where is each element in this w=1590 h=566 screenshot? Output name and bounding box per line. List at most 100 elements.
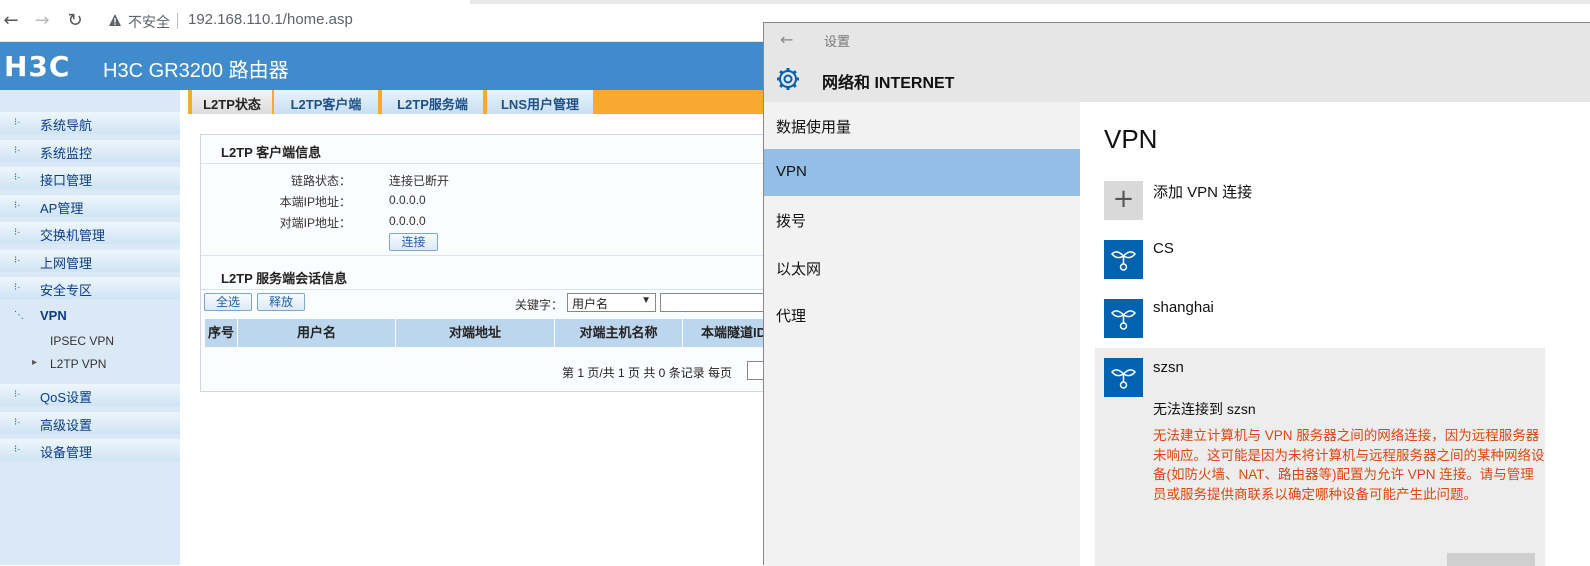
sidebar-sub-ipsec[interactable]: IPSEC VPN xyxy=(50,334,114,348)
back-icon[interactable]: ← xyxy=(0,10,22,32)
sidebar-item-switch[interactable]: ⁝· 交换机管理 xyxy=(0,222,180,244)
connect-button[interactable]: 连接 xyxy=(389,233,438,251)
plus-icon: + xyxy=(1104,181,1143,220)
sidebar-item-label: 设备管理 xyxy=(40,445,93,460)
l2tp-panel: L2TP 客户端信息 链路状态： 连接已断开 本端IP地址： 0.0.0.0 对… xyxy=(200,134,771,392)
address-separator xyxy=(177,13,178,29)
vpn-name: shanghai xyxy=(1153,299,1214,316)
sidebar-item-label: 安全专区 xyxy=(40,283,93,298)
tab-l2tp-status[interactable]: L2TP状态 xyxy=(192,90,274,114)
nav-proxy[interactable]: 代理 xyxy=(764,291,1080,338)
sidebar-sub-l2tp[interactable]: L2TP VPN xyxy=(32,357,107,371)
expand-icon: ⁝· xyxy=(14,444,21,455)
link-state-value: 连接已断开 xyxy=(389,174,450,188)
sidebar-item-label: 高级设置 xyxy=(40,418,93,433)
session-table-header: 序号 用户名 对端地址 对端主机名称 本端隧道ID xyxy=(205,319,771,347)
error-title: 无法连接到 szsn xyxy=(1153,401,1256,417)
col-local-tunnel-id[interactable]: 本端隧道ID xyxy=(683,319,771,347)
pager-text: 第 1 页/共 1 页 共 0 条记录 每页 xyxy=(562,366,733,380)
release-button[interactable]: 释放 xyxy=(257,293,305,311)
vpn-connection-szsn[interactable]: szsn 无法连接到 szsn 无法建立计算机与 VPN 服务器之间的网络连接，… xyxy=(1095,348,1545,566)
expand-icon: ⁝· xyxy=(14,200,21,211)
nav-data-usage[interactable]: 数据使用量 xyxy=(764,102,1080,149)
sidebar-item-ap[interactable]: ⁝· AP管理 xyxy=(0,195,180,217)
sidebar-item-vpn[interactable]: ⋱ VPN xyxy=(0,305,180,327)
collapse-icon: ⋱ xyxy=(14,310,24,321)
chevron-down-icon: ▼ xyxy=(641,295,651,306)
connect-button-partial[interactable] xyxy=(1447,553,1535,566)
local-ip-label: 本端IP地址： xyxy=(279,195,351,209)
tab-l2tp-server[interactable]: L2TP服务端 xyxy=(382,90,485,114)
router-content: L2TP 客户端信息 链路状态： 连接已断开 本端IP地址： 0.0.0.0 对… xyxy=(188,114,771,565)
local-ip-value: 0.0.0.0 xyxy=(389,193,426,207)
client-info-title: L2TP 客户端信息 xyxy=(221,145,322,160)
h3c-logo: H3C xyxy=(4,50,71,83)
tab-strip xyxy=(470,0,1590,4)
sidebar-item-label: 交换机管理 xyxy=(40,228,106,243)
server-info-title: L2TP 服务端会话信息 xyxy=(221,271,348,286)
expand-icon: ⁝· xyxy=(14,117,21,128)
divider xyxy=(201,163,771,164)
peer-ip-label: 对端IP地址： xyxy=(279,216,351,230)
sidebar-item-device[interactable]: ⁝· 设备管理 xyxy=(0,439,180,461)
sidebar-item-advanced[interactable]: ⁝· 高级设置 xyxy=(0,412,180,434)
keyword-input[interactable] xyxy=(660,293,771,312)
insecure-label[interactable]: 不安全 xyxy=(128,12,170,32)
back-arrow-icon[interactable]: ← xyxy=(780,30,793,49)
nav-dial-up[interactable]: 拨号 xyxy=(764,196,1080,243)
error-message: 无法建立计算机与 VPN 服务器之间的网络连接，因为远程服务器未响应。这可能是因… xyxy=(1153,428,1545,502)
settings-window-title: 设置 xyxy=(824,34,851,49)
tab-lns-users[interactable]: LNS用户管理 xyxy=(487,90,595,114)
vpn-icon xyxy=(1104,358,1143,397)
vpn-connection-shanghai[interactable]: shanghai xyxy=(1104,299,1544,338)
sidebar-item-label: 上网管理 xyxy=(40,256,93,271)
sidebar-item-system-monitor[interactable]: ⁝· 系统监控 xyxy=(0,140,180,162)
gear-icon xyxy=(777,68,799,90)
router-title: H3C GR3200 路由器 xyxy=(103,60,289,82)
divider xyxy=(201,289,771,290)
sidebar-item-label: 系统导航 xyxy=(40,118,93,133)
vpn-icon xyxy=(1104,240,1143,279)
col-peer-host[interactable]: 对端主机名称 xyxy=(555,319,683,347)
select-all-button[interactable]: 全选 xyxy=(204,293,252,311)
settings-titlebar: ← 设置 网络和 INTERNET xyxy=(764,23,1590,102)
tab-l2tp-client[interactable]: L2TP客户端 xyxy=(274,90,380,114)
forward-icon[interactable]: → xyxy=(31,10,53,32)
add-vpn-button[interactable]: + 添加 VPN 连接 xyxy=(1104,181,1544,220)
col-peer-address[interactable]: 对端地址 xyxy=(396,319,555,347)
sidebar-item-label: 接口管理 xyxy=(40,173,93,188)
warning-icon[interactable] xyxy=(108,13,122,27)
expand-icon: ⁝· xyxy=(14,172,21,183)
expand-icon: ⁝· xyxy=(14,145,21,156)
vpn-icon xyxy=(1104,299,1143,338)
col-index[interactable]: 序号 xyxy=(205,319,238,347)
router-tabs: L2TP状态 L2TP客户端 L2TP服务端 LNS用户管理 xyxy=(188,90,770,114)
nav-vpn[interactable]: VPN xyxy=(764,149,1080,196)
vpn-connection-cs[interactable]: CS xyxy=(1104,240,1544,279)
router-header: H3C H3C GR3200 路由器 xyxy=(0,42,770,90)
sidebar-item-label: VPN xyxy=(40,308,67,323)
sidebar-item-label: 系统监控 xyxy=(40,146,93,161)
vpn-page-title: VPN xyxy=(1104,124,1158,154)
address-url[interactable]: 192.168.110.1/home.asp xyxy=(188,11,353,28)
expand-icon: ⁝· xyxy=(14,227,21,238)
sidebar-item-security[interactable]: ⁝· 安全专区 xyxy=(0,277,180,299)
col-username[interactable]: 用户名 xyxy=(238,319,396,347)
sidebar-item-internet[interactable]: ⁝· 上网管理 xyxy=(0,250,180,272)
settings-window: ← 设置 网络和 INTERNET 数据使用量 VPN 拨号 以太网 代理 VP… xyxy=(763,22,1590,566)
sidebar-item-label: AP管理 xyxy=(40,201,84,216)
keyword-select[interactable]: 用户名 ▼ xyxy=(567,293,656,312)
keyword-select-value: 用户名 xyxy=(572,297,609,311)
sidebar-item-qos[interactable]: ⁝· QoS设置 xyxy=(0,384,180,406)
vpn-name: szsn xyxy=(1153,359,1184,376)
sidebar-item-system-nav[interactable]: ⁝· 系统导航 xyxy=(0,112,180,134)
expand-icon: ⁝· xyxy=(14,282,21,293)
settings-nav: 数据使用量 VPN 拨号 以太网 代理 xyxy=(764,102,1080,566)
settings-section-title: 网络和 INTERNET xyxy=(822,75,955,92)
sidebar-item-interface[interactable]: ⁝· 接口管理 xyxy=(0,167,180,189)
vpn-name: CS xyxy=(1153,240,1174,257)
add-vpn-label: 添加 VPN 连接 xyxy=(1153,184,1253,201)
peer-ip-value: 0.0.0.0 xyxy=(389,214,426,228)
nav-ethernet[interactable]: 以太网 xyxy=(764,244,1080,291)
reload-icon[interactable]: ↻ xyxy=(64,10,86,32)
